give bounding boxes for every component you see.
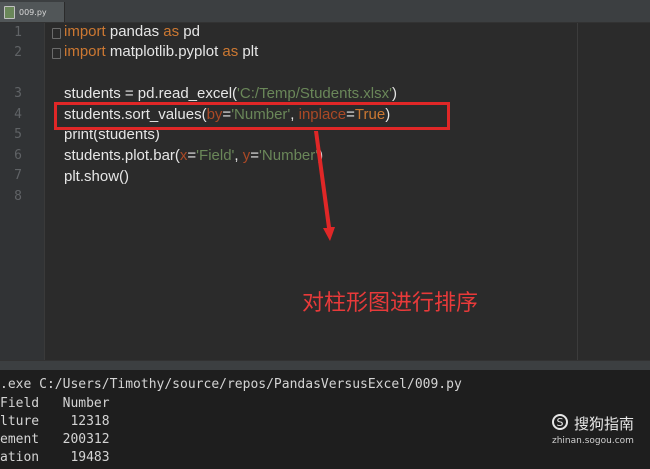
code-editor[interactable]: 1 2 3 4 5 6 7 8 import pandas as pd impo… [0,23,650,360]
annotation-text: 对柱形图进行排序 [302,291,479,316]
sogou-watermark: S 搜狗指南 zhinan.sogou.com [548,412,638,452]
keyword: as [163,23,180,40]
code-line-7[interactable]: students.plot.bar(x='Field', y='Number') [64,147,323,164]
module-name: matplotlib.pyplot [105,43,223,60]
code-line-4[interactable]: students = pd.read_excel('C:/Temp/Studen… [64,85,397,102]
watermark-brand: 搜狗指南 [574,415,635,433]
module-name: pandas [105,23,164,40]
console-line: .exe C:/Users/Timothy/source/repos/Panda… [0,377,462,392]
line-number: 7 [14,168,22,183]
console-line: lture 12318 [0,414,110,429]
right-margin-guide [577,23,578,360]
line-number-gutter: 1 2 3 4 5 6 7 8 [0,23,45,360]
line-number: 4 [14,107,22,122]
line-number: 5 [14,127,22,142]
keyword: import [64,23,106,40]
tab-009-py[interactable]: 009.py [0,2,65,22]
code-line-1[interactable]: import pandas as pd [64,23,200,40]
string-literal: 'Field' [196,147,235,164]
line-number: 1 [14,25,22,40]
code-text: = [250,147,260,164]
code-text: , [234,147,243,164]
code-text: students = pd.read_excel( [64,85,238,102]
line-number: 2 [14,45,22,60]
code-text: plt.show() [64,168,130,185]
highlight-box [54,102,450,130]
line-number: 8 [14,189,22,204]
code-line-8[interactable]: plt.show() [64,168,129,185]
fold-marker-icon[interactable] [52,28,61,39]
python-file-icon [4,5,15,19]
line-number: 3 [14,86,22,101]
console-line: ement 200312 [0,432,110,447]
line-number: 6 [14,148,22,163]
keyword: as [222,43,239,60]
code-text: students.plot.bar( [64,147,180,164]
watermark-url: zhinan.sogou.com [552,436,634,446]
console-line: ation 19483 [0,450,110,465]
string-literal: 'C:/Temp/Students.xlsx' [237,85,392,102]
sogou-logo-icon: S [552,414,568,430]
code-text: = [187,147,197,164]
fold-marker-icon[interactable] [52,48,61,59]
alias: plt [238,43,259,60]
tab-label: 009.py [19,7,47,17]
arrow-down-icon [314,131,335,241]
code-text: ) [391,85,397,102]
keyword: import [64,43,106,60]
alias: pd [179,23,200,40]
code-line-2[interactable]: import matplotlib.pyplot as plt [64,43,258,60]
console-line: Field Number [0,396,110,411]
editor-tab-bar: 009.py [0,0,650,23]
